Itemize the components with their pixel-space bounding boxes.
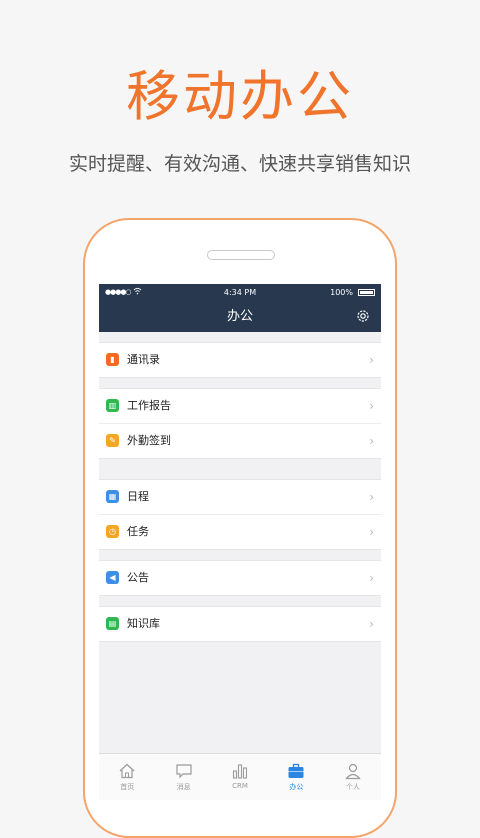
- chevron-right-icon: ›: [369, 571, 374, 585]
- menu-group-work: ▥ 工作报告 › ✎ 外勤签到 ›: [99, 388, 381, 459]
- app-screen: ●●●●○ 4:34 PM 100% 办公 ▮ 通讯录 › ▥ 工作报告 › ✎…: [99, 284, 381, 800]
- chevron-right-icon: ›: [369, 617, 374, 631]
- phone-speaker: [207, 250, 275, 260]
- tab-office[interactable]: 办公: [268, 754, 324, 800]
- settings-gear-icon[interactable]: [355, 308, 371, 324]
- tab-label: 首页: [120, 783, 135, 791]
- battery-percent: 100%: [330, 288, 353, 297]
- announcement-icon: ◀: [106, 571, 119, 584]
- menu-item-label: 日程: [127, 490, 149, 503]
- nav-bar: 办公: [99, 301, 381, 332]
- menu-group-contacts: ▮ 通讯录 ›: [99, 342, 381, 378]
- status-bar: ●●●●○ 4:34 PM 100%: [99, 284, 381, 301]
- menu-group-knowledge: ▤ 知识库 ›: [99, 606, 381, 642]
- menu-item-label: 知识库: [127, 617, 160, 630]
- tab-label: 个人: [345, 783, 360, 791]
- menu-item-task[interactable]: ◷ 任务 ›: [99, 514, 381, 549]
- menu-item-label: 任务: [127, 525, 149, 538]
- tab-profile[interactable]: 个人: [325, 754, 381, 800]
- menu-item-field-checkin[interactable]: ✎ 外勤签到 ›: [99, 423, 381, 458]
- contacts-icon: ▮: [106, 353, 119, 366]
- menu-item-announcement[interactable]: ◀ 公告 ›: [99, 561, 381, 595]
- report-icon: ▥: [106, 399, 119, 412]
- menu-group-schedule: ▦ 日程 › ◷ 任务 ›: [99, 479, 381, 550]
- tab-messages[interactable]: 消息: [155, 754, 211, 800]
- calendar-icon: ▦: [106, 490, 119, 503]
- menu-item-label: 工作报告: [127, 399, 171, 412]
- tab-label: 办公: [289, 783, 304, 791]
- message-icon: [176, 764, 192, 779]
- promo-title: 移动办公: [126, 65, 354, 128]
- battery-icon: [358, 289, 375, 296]
- chevron-right-icon: ›: [369, 353, 374, 367]
- chevron-right-icon: ›: [369, 490, 374, 504]
- menu-group-announcement: ◀ 公告 ›: [99, 560, 381, 596]
- menu-item-label: 通讯录: [127, 353, 160, 366]
- menu-item-label: 公告: [127, 571, 149, 584]
- page-title: 办公: [226, 309, 253, 324]
- tab-home[interactable]: 首页: [99, 754, 155, 800]
- menu-item-schedule[interactable]: ▦ 日程 ›: [99, 480, 381, 514]
- tab-label: CRM: [232, 782, 248, 790]
- home-icon: [119, 763, 135, 779]
- office-menu-list: ▮ 通讯录 › ▥ 工作报告 › ✎ 外勤签到 › ▦ 日程 › ◷ 任务 › …: [99, 342, 381, 652]
- checkin-icon: ✎: [106, 434, 119, 447]
- tab-crm[interactable]: CRM: [212, 754, 268, 800]
- bottom-tab-bar: 首页 消息 CRM 办公 个人: [99, 753, 381, 800]
- menu-item-knowledge-base[interactable]: ▤ 知识库 ›: [99, 607, 381, 641]
- chevron-right-icon: ›: [369, 434, 374, 448]
- task-timer-icon: ◷: [106, 525, 119, 538]
- chevron-right-icon: ›: [369, 525, 374, 539]
- promo-subtitle: 实时提醒、有效沟通、快速共享销售知识: [68, 153, 411, 175]
- office-briefcase-icon: [288, 763, 304, 778]
- menu-item-label: 外勤签到: [127, 434, 171, 447]
- menu-item-work-report[interactable]: ▥ 工作报告 ›: [99, 389, 381, 423]
- knowledge-base-icon: ▤: [106, 617, 119, 630]
- tab-label: 消息: [176, 783, 191, 791]
- chevron-right-icon: ›: [369, 399, 374, 413]
- crm-chart-icon: [232, 764, 248, 779]
- menu-item-contacts[interactable]: ▮ 通讯录 ›: [99, 343, 381, 377]
- person-icon: [345, 763, 361, 780]
